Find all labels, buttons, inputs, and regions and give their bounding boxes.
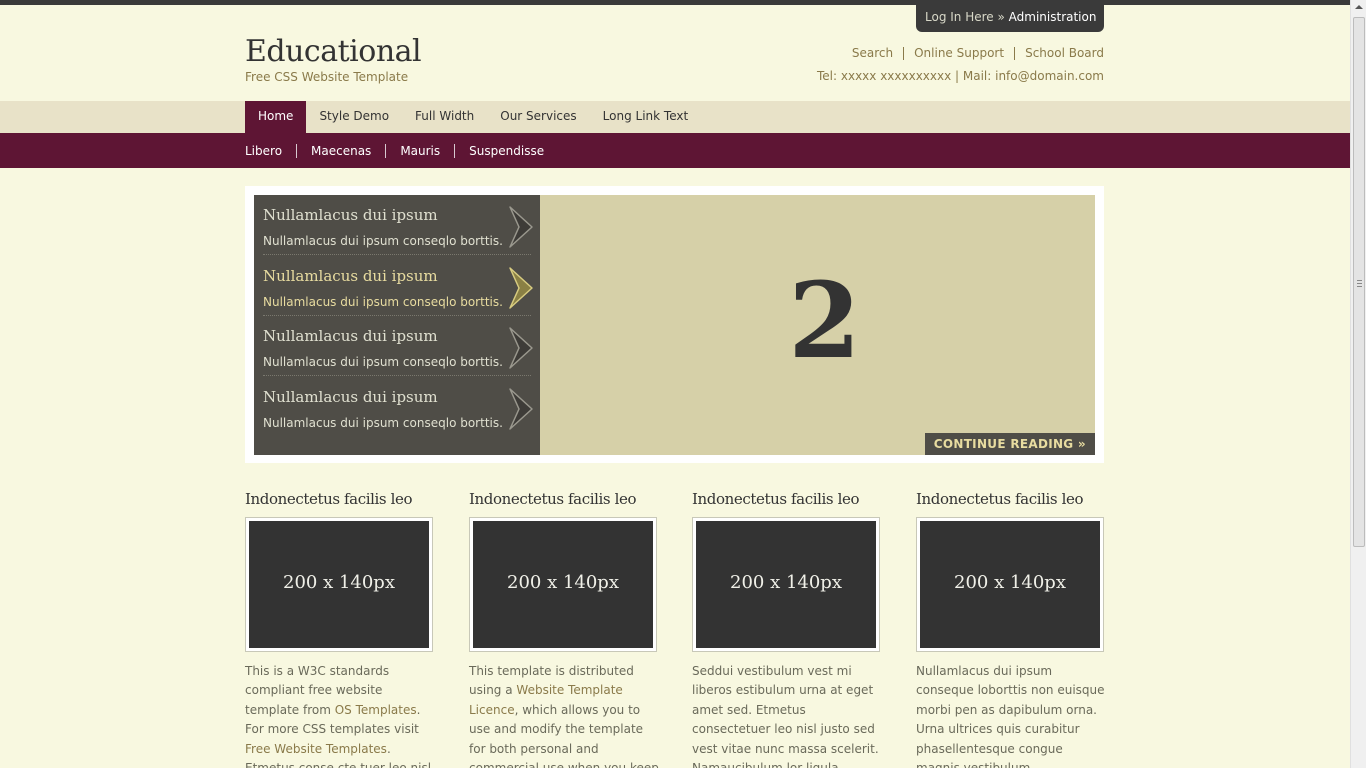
column-title[interactable]: Indonectetus facilis leo bbox=[916, 490, 1106, 508]
contact-info: Tel: xxxxx xxxxxxxxxx | Mail: info@domai… bbox=[817, 69, 1104, 83]
slider-item-title: Nullamlacus dui ipsum bbox=[263, 266, 438, 285]
text-segment: Seddui vestibulum vest mi liberos estibu… bbox=[692, 664, 879, 768]
slider-item[interactable]: Nullamlacus dui ipsum Nullamlacus dui ips… bbox=[263, 195, 533, 255]
site-tagline: Free CSS Website Template bbox=[245, 70, 409, 84]
slider-item[interactable]: Nullamlacus dui ipsum Nullamlacus dui ips… bbox=[263, 316, 533, 376]
slider-item-title: Nullamlacus dui ipsum bbox=[263, 387, 438, 406]
featured-slider: Nullamlacus dui ipsum Nullamlacus dui ips… bbox=[245, 186, 1104, 463]
slider-item-description: Nullamlacus dui ipsum conseqlo borttis. bbox=[263, 234, 503, 248]
site-logo[interactable]: Educational bbox=[245, 34, 422, 69]
nav-item-home[interactable]: Home bbox=[245, 101, 307, 133]
content-column: Indonectetus facilis leo 200 x 140px This … bbox=[469, 490, 659, 768]
subnav-item-mauris[interactable]: Mauris bbox=[385, 144, 454, 158]
main-nav: Home Style Demo Full Width Our Services Long… bbox=[0, 101, 1350, 133]
image-placeholder[interactable]: 200 x 140px bbox=[245, 517, 433, 652]
image-placeholder-label: 200 x 140px bbox=[473, 521, 653, 648]
text-segment: Nullamlacus dui ipsum conseque loborttis… bbox=[916, 664, 1105, 768]
slide-number: 2 bbox=[788, 259, 861, 382]
school-board-link[interactable]: School Board bbox=[1014, 47, 1104, 60]
top-bar bbox=[0, 0, 1350, 5]
vertical-scrollbar[interactable] bbox=[1350, 0, 1366, 768]
column-text: Seddui vestibulum vest mi liberos estibu… bbox=[692, 662, 882, 768]
content-column: Indonectetus facilis leo 200 x 140px Seddu… bbox=[692, 490, 882, 768]
content-column: Indonectetus facilis leo 200 x 140px This … bbox=[245, 490, 435, 768]
image-placeholder-label: 200 x 140px bbox=[920, 521, 1100, 648]
login-tab: Log In Here » Administration bbox=[916, 5, 1104, 32]
nav-item-full-width[interactable]: Full Width bbox=[402, 101, 487, 133]
chevron-right-icon bbox=[509, 206, 533, 248]
slider-view: 2 CONTINUE READING » bbox=[540, 195, 1095, 455]
image-placeholder-label: 200 x 140px bbox=[696, 521, 876, 648]
scroll-up-icon[interactable] bbox=[1355, 5, 1363, 9]
column-text: This template is distributed using a Web… bbox=[469, 662, 659, 768]
column-title[interactable]: Indonectetus facilis leo bbox=[469, 490, 659, 508]
column-text: This is a W3C standards compliant free w… bbox=[245, 662, 435, 768]
sub-nav: Libero Maecenas Mauris Suspendisse bbox=[0, 133, 1350, 168]
nav-item-style-demo[interactable]: Style Demo bbox=[306, 101, 402, 133]
sub-nav-items: Libero Maecenas Mauris Suspendisse bbox=[245, 144, 558, 158]
text-link[interactable]: OS Templates bbox=[335, 703, 417, 717]
subnav-item-suspendisse[interactable]: Suspendisse bbox=[454, 144, 558, 158]
scrollbar-thumb[interactable] bbox=[1353, 17, 1365, 547]
content-column: Indonectetus facilis leo 200 x 140px Nulla… bbox=[916, 490, 1106, 768]
online-support-link[interactable]: Online Support bbox=[903, 47, 1014, 60]
main-nav-items: Home Style Demo Full Width Our Services Long… bbox=[245, 101, 701, 133]
image-placeholder[interactable]: 200 x 140px bbox=[469, 517, 657, 652]
login-link[interactable]: Log In Here bbox=[925, 10, 994, 24]
grip-icon bbox=[1357, 280, 1362, 287]
login-separator: » bbox=[993, 10, 1009, 24]
subnav-item-maecenas[interactable]: Maecenas bbox=[296, 144, 385, 158]
chevron-right-icon bbox=[509, 266, 533, 309]
subnav-item-libero[interactable]: Libero bbox=[245, 144, 296, 158]
column-text: Nullamlacus dui ipsum conseque loborttis… bbox=[916, 662, 1106, 768]
administration-link[interactable]: Administration bbox=[1009, 10, 1097, 24]
slider-item-title: Nullamlacus dui ipsum bbox=[263, 206, 438, 224]
slider-item-description: Nullamlacus dui ipsum conseqlo borttis. bbox=[263, 355, 503, 369]
search-link[interactable]: Search bbox=[842, 47, 903, 60]
continue-reading-button[interactable]: CONTINUE READING » bbox=[924, 433, 1095, 455]
column-title[interactable]: Indonectetus facilis leo bbox=[245, 490, 435, 508]
text-link[interactable]: Free Website Templates bbox=[245, 742, 387, 756]
image-placeholder[interactable]: 200 x 140px bbox=[692, 517, 880, 652]
slider-item-title: Nullamlacus dui ipsum bbox=[263, 327, 438, 345]
top-links: Search Online Support School Board bbox=[842, 47, 1104, 60]
image-placeholder[interactable]: 200 x 140px bbox=[916, 517, 1104, 652]
slider-item-description: Nullamlacus dui ipsum conseqlo borttis. bbox=[263, 415, 503, 430]
slider-list: Nullamlacus dui ipsum Nullamlacus dui ips… bbox=[254, 195, 540, 455]
slider-item[interactable]: Nullamlacus dui ipsum Nullamlacus dui ips… bbox=[263, 377, 533, 437]
nav-item-our-services[interactable]: Our Services bbox=[487, 101, 589, 133]
nav-item-long-link-text[interactable]: Long Link Text bbox=[590, 101, 702, 133]
column-title[interactable]: Indonectetus facilis leo bbox=[692, 490, 882, 508]
image-placeholder-label: 200 x 140px bbox=[249, 521, 429, 648]
slider-item-description: Nullamlacus dui ipsum conseqlo borttis. bbox=[263, 294, 503, 309]
slider-item[interactable]: Nullamlacus dui ipsum Nullamlacus dui ips… bbox=[263, 256, 533, 316]
chevron-right-icon bbox=[509, 327, 533, 369]
chevron-right-icon bbox=[509, 387, 533, 430]
